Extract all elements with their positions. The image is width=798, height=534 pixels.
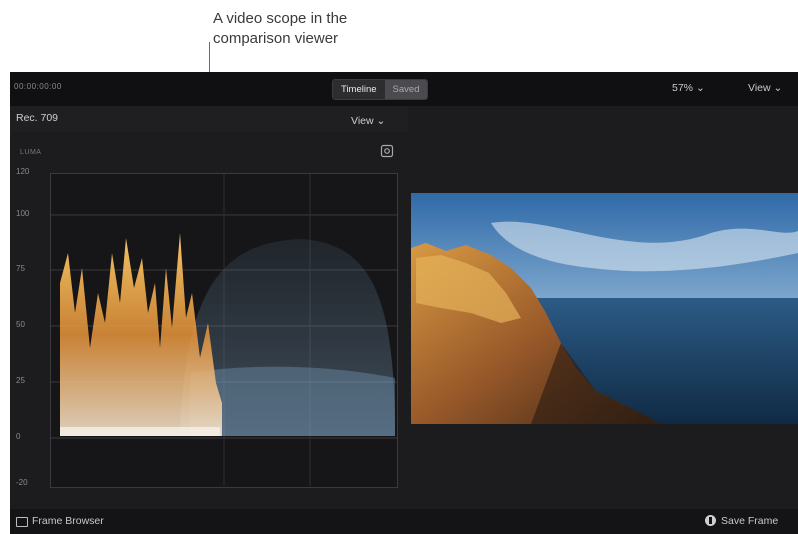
scope-header: [10, 106, 408, 132]
callout-annotation: A video scope in the comparison viewer: [213, 9, 433, 49]
chevron-down-icon: ⌄: [376, 115, 386, 127]
scope-format-title: Rec. 709: [16, 112, 59, 124]
save-frame-icon: [705, 515, 716, 526]
waveform-highlight-band: [60, 427, 220, 436]
scope-tick-label: 75: [16, 264, 25, 273]
scope-tick-label: 50: [16, 320, 25, 329]
callout-line-2: comparison viewer: [213, 30, 339, 47]
zoom-value: 57%: [672, 82, 694, 94]
scope-tick-label: -20: [16, 478, 28, 487]
viewer-bottom-bar: [10, 509, 798, 534]
comparison-viewer-window: 00:00:00:00 Timeline Saved 57% ⌄ View ⌄ …: [10, 72, 798, 534]
viewer-view-menu[interactable]: View ⌄: [748, 82, 782, 94]
tab-saved[interactable]: Saved: [384, 80, 428, 99]
viewer-image: [411, 193, 798, 424]
save-frame-button[interactable]: Save Frame: [721, 515, 778, 527]
viewer-mode-toggle: Timeline Saved: [332, 79, 429, 100]
timecode-display: 00:00:00:00: [14, 82, 62, 91]
callout-line-1: A video scope in the: [213, 10, 348, 27]
zoom-menu[interactable]: 57% ⌄: [672, 82, 705, 94]
chevron-down-icon: ⌄: [695, 82, 705, 94]
scope-view-menu[interactable]: View ⌄: [351, 115, 385, 127]
scope-tick-label: 120: [16, 167, 30, 176]
waveform-graph: [51, 174, 397, 486]
scope-tick-label: 100: [16, 209, 30, 218]
scope-tick-label: 25: [16, 376, 25, 385]
scope-tick-label: 0: [16, 432, 21, 441]
tab-timeline[interactable]: Timeline: [333, 80, 385, 99]
scope-type-label: LUMA: [20, 149, 42, 156]
scope-view-label: View: [351, 115, 374, 127]
frame-browser-button[interactable]: Frame Browser: [32, 515, 104, 527]
viewer-view-label: View: [748, 82, 771, 94]
chevron-down-icon: ⌄: [773, 82, 783, 94]
frame-browser-icon: [16, 517, 28, 527]
settings-icon[interactable]: [380, 144, 394, 158]
